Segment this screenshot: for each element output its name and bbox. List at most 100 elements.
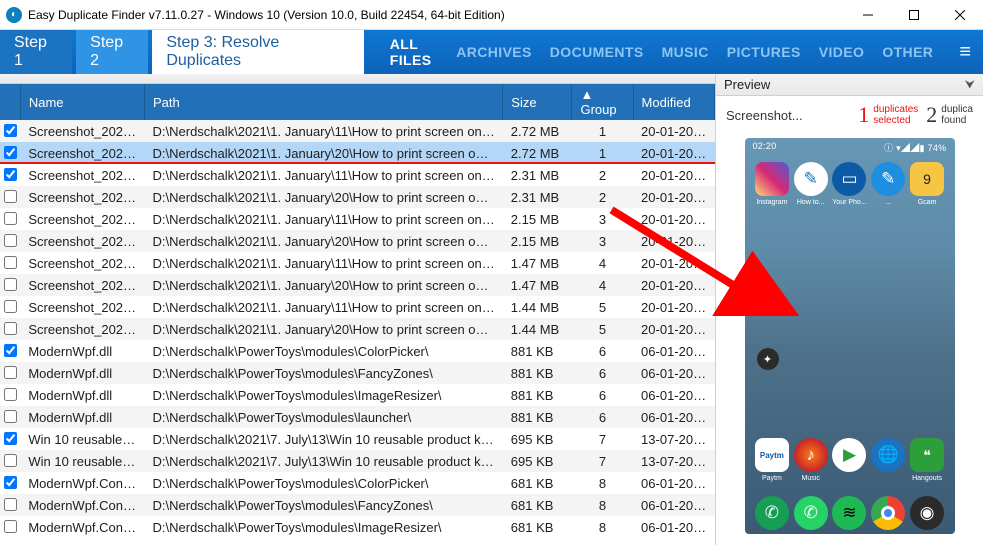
step-2-tab[interactable]: Step 2 bbox=[76, 30, 148, 74]
close-button[interactable] bbox=[937, 0, 983, 30]
row-size: 695 KB bbox=[503, 428, 572, 450]
table-row[interactable]: Screenshot_202101...D:\Nerdschalk\2021\1… bbox=[0, 296, 715, 318]
row-size: 2.72 MB bbox=[503, 142, 572, 164]
row-name: ModernWpf.dll bbox=[20, 362, 144, 384]
row-checkbox[interactable] bbox=[4, 234, 17, 247]
row-checkbox-cell bbox=[0, 318, 20, 340]
row-size: 2.15 MB bbox=[503, 208, 572, 230]
stat-selected-l2: selected bbox=[873, 115, 918, 126]
column-header-check[interactable] bbox=[0, 84, 20, 120]
column-header-size[interactable]: Size bbox=[503, 84, 572, 120]
column-header-group[interactable]: ▲Group bbox=[572, 84, 633, 120]
maximize-button[interactable] bbox=[891, 0, 937, 30]
table-row[interactable]: Screenshot_202101...D:\Nerdschalk\2021\1… bbox=[0, 318, 715, 340]
stat-found-l1: duplica bbox=[941, 104, 973, 115]
row-size: 1.44 MB bbox=[503, 296, 572, 318]
app-play-icon: ▶ bbox=[832, 438, 866, 472]
filter-music[interactable]: Music bbox=[662, 44, 709, 60]
row-checkbox-cell bbox=[0, 384, 20, 406]
step-1-tab[interactable]: Step 1 bbox=[0, 30, 72, 74]
row-name: Screenshot_202101... bbox=[20, 142, 144, 164]
row-path: D:\Nerdschalk\2021\1. January\11\How to … bbox=[145, 120, 503, 142]
table-row[interactable]: Screenshot_202101...D:\Nerdschalk\2021\1… bbox=[0, 120, 715, 142]
table-row[interactable]: ModernWpf.dllD:\Nerdschalk\PowerToys\mod… bbox=[0, 406, 715, 428]
row-checkbox[interactable] bbox=[4, 146, 17, 159]
preview-collapse-icon[interactable]: ⮟ bbox=[965, 77, 975, 92]
table-row[interactable]: Screenshot_202101...D:\Nerdschalk\2021\1… bbox=[0, 208, 715, 230]
filter-other[interactable]: Other bbox=[882, 44, 933, 60]
row-checkbox-cell bbox=[0, 472, 20, 494]
row-checkbox[interactable] bbox=[4, 322, 17, 335]
row-modified: 20-01-2021 bbox=[633, 142, 714, 164]
filter-video[interactable]: Video bbox=[819, 44, 865, 60]
row-checkbox-cell bbox=[0, 142, 20, 164]
row-checkbox[interactable] bbox=[4, 168, 17, 181]
table-row[interactable]: Win 10 reusable pro...D:\Nerdschalk\2021… bbox=[0, 450, 715, 472]
row-size: 681 KB bbox=[503, 516, 572, 538]
filter-pictures[interactable]: Pictures bbox=[727, 44, 801, 60]
table-row[interactable]: ModernWpf.dllD:\Nerdschalk\PowerToys\mod… bbox=[0, 384, 715, 406]
row-size: 2.31 MB bbox=[503, 186, 572, 208]
filter-archives[interactable]: Archives bbox=[456, 44, 532, 60]
stat-found: 2 duplica found bbox=[926, 102, 973, 128]
row-checkbox[interactable] bbox=[4, 432, 17, 445]
row-checkbox-cell bbox=[0, 494, 20, 516]
phone-status-icons: ⓘ ▾◢◢▮ 74% bbox=[884, 141, 947, 154]
table-row[interactable]: Screenshot_202101...D:\Nerdschalk\2021\1… bbox=[0, 142, 715, 164]
row-size: 2.31 MB bbox=[503, 164, 572, 186]
row-path: D:\Nerdschalk\2021\1. January\20\How to … bbox=[145, 274, 503, 296]
minimize-button[interactable] bbox=[845, 0, 891, 30]
app-music-icon: ♪ bbox=[794, 438, 828, 472]
table-row[interactable]: ModernWpf.dllD:\Nerdschalk\PowerToys\mod… bbox=[0, 362, 715, 384]
row-size: 881 KB bbox=[503, 340, 572, 362]
step-3-tab[interactable]: Step 3: Resolve Duplicates bbox=[152, 30, 363, 74]
row-modified: 20-01-2021 bbox=[633, 230, 714, 252]
table-row[interactable]: Screenshot_202101...D:\Nerdschalk\2021\1… bbox=[0, 230, 715, 252]
app-gcam-label: Gcam bbox=[908, 199, 946, 206]
hamburger-menu-icon[interactable]: ≡ bbox=[947, 30, 983, 74]
row-path: D:\Nerdschalk\2021\7. July\13\Win 10 reu… bbox=[145, 450, 503, 472]
table-row[interactable]: ModernWpf.Controls....D:\Nerdschalk\Powe… bbox=[0, 494, 715, 516]
row-size: 681 KB bbox=[503, 472, 572, 494]
row-checkbox[interactable] bbox=[4, 498, 17, 511]
table-row[interactable]: Screenshot_202101...D:\Nerdschalk\2021\1… bbox=[0, 186, 715, 208]
table-row[interactable]: ModernWpf.Controls....D:\Nerdschalk\Powe… bbox=[0, 516, 715, 538]
column-header-modified[interactable]: Modified bbox=[633, 84, 714, 120]
table-row[interactable]: Win 10 reusable pro...D:\Nerdschalk\2021… bbox=[0, 428, 715, 450]
row-name: ModernWpf.Controls.... bbox=[20, 516, 144, 538]
row-checkbox[interactable] bbox=[4, 212, 17, 225]
row-checkbox[interactable] bbox=[4, 124, 17, 137]
row-checkbox-cell bbox=[0, 406, 20, 428]
table-row[interactable]: ModernWpf.Controls....D:\Nerdschalk\Powe… bbox=[0, 472, 715, 494]
table-row[interactable]: ModernWpf.dllD:\Nerdschalk\PowerToys\mod… bbox=[0, 340, 715, 362]
row-checkbox[interactable] bbox=[4, 520, 17, 533]
row-group: 3 bbox=[572, 230, 633, 252]
table-row[interactable]: Screenshot_202101...D:\Nerdschalk\2021\1… bbox=[0, 274, 715, 296]
row-checkbox[interactable] bbox=[4, 344, 17, 357]
table-row[interactable]: Screenshot_202101...D:\Nerdschalk\2021\1… bbox=[0, 164, 715, 186]
row-modified: 06-01-2021 bbox=[633, 340, 714, 362]
row-checkbox[interactable] bbox=[4, 388, 17, 401]
row-group: 5 bbox=[572, 318, 633, 340]
nav-chrome-icon bbox=[871, 496, 905, 530]
row-checkbox[interactable] bbox=[4, 278, 17, 291]
column-header-path[interactable]: Path bbox=[145, 84, 503, 120]
row-checkbox[interactable] bbox=[4, 300, 17, 313]
row-checkbox[interactable] bbox=[4, 366, 17, 379]
row-name: ModernWpf.dll bbox=[20, 384, 144, 406]
row-checkbox[interactable] bbox=[4, 410, 17, 423]
row-checkbox[interactable] bbox=[4, 476, 17, 489]
column-header-name[interactable]: Name bbox=[20, 84, 144, 120]
row-size: 881 KB bbox=[503, 362, 572, 384]
app-paytm-label: Paytm bbox=[753, 475, 791, 482]
row-name: Screenshot_202101... bbox=[20, 318, 144, 340]
row-checkbox[interactable] bbox=[4, 454, 17, 467]
table-row[interactable]: Screenshot_202101...D:\Nerdschalk\2021\1… bbox=[0, 252, 715, 274]
row-checkbox[interactable] bbox=[4, 256, 17, 269]
filter-all[interactable]: All Files bbox=[390, 36, 438, 68]
row-checkbox[interactable] bbox=[4, 190, 17, 203]
filter-documents[interactable]: Documents bbox=[550, 44, 644, 60]
titlebar: ◐ Easy Duplicate Finder v7.11.0.27 - Win… bbox=[0, 0, 983, 30]
column-header-group-label: Group bbox=[580, 102, 616, 117]
preview-pane: Preview ⮟ Screenshot... 1 duplicates sel… bbox=[715, 74, 983, 545]
